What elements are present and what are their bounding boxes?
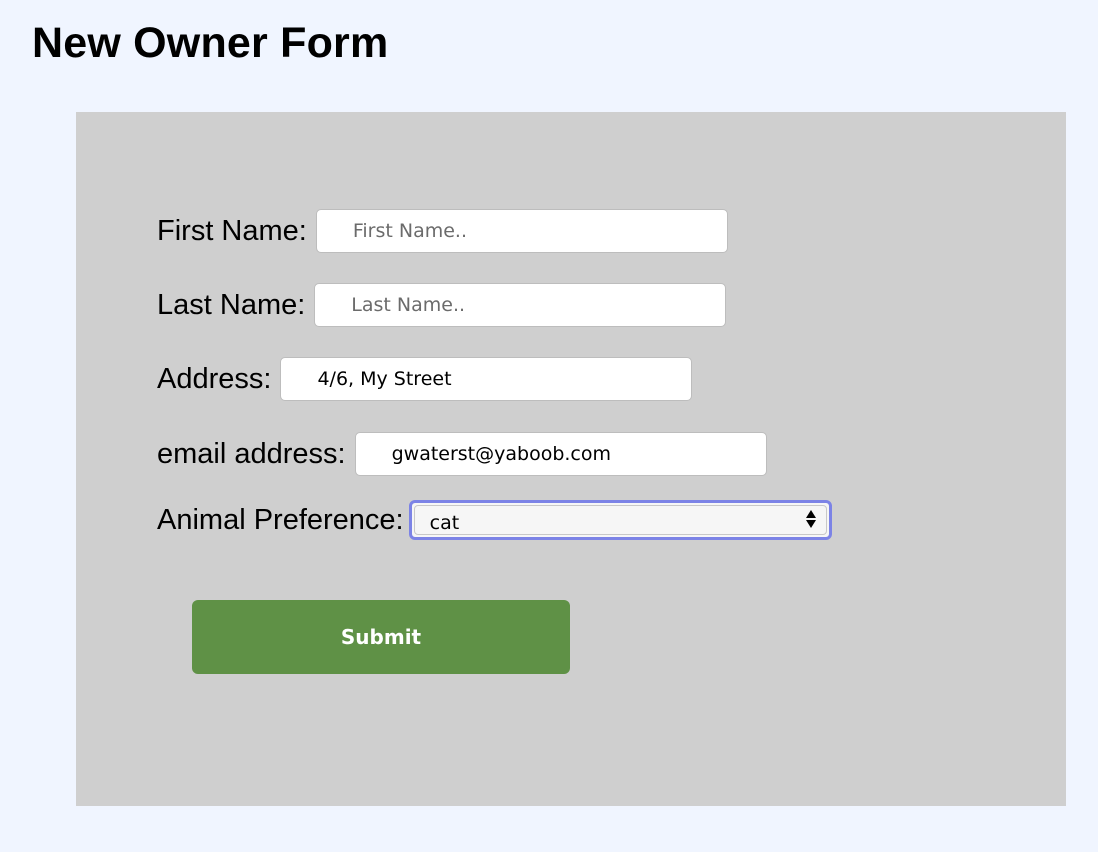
owner-form: First Name: Last Name: Address: email ad… bbox=[76, 112, 1066, 806]
page-title: New Owner Form bbox=[32, 19, 389, 67]
animal-preference-select[interactable]: cat bbox=[408, 500, 832, 540]
animal-preference-value: cat bbox=[429, 512, 460, 534]
first-name-label: First Name: bbox=[157, 214, 307, 247]
email-input[interactable] bbox=[354, 432, 767, 476]
email-row: email address: bbox=[157, 432, 767, 476]
arrow-up-icon bbox=[805, 510, 816, 518]
address-label: Address: bbox=[157, 362, 272, 395]
animal-preference-label: Animal Preference: bbox=[157, 503, 404, 536]
last-name-input[interactable] bbox=[314, 283, 727, 327]
animal-preference-row: Animal Preference: cat bbox=[157, 500, 832, 540]
page: New Owner Form First Name: Last Name: Ad… bbox=[0, 0, 1098, 852]
submit-button[interactable]: Submit bbox=[192, 600, 570, 674]
select-box: cat bbox=[413, 505, 827, 535]
email-label: email address: bbox=[157, 437, 346, 470]
last-name-row: Last Name: bbox=[157, 283, 727, 327]
last-name-label: Last Name: bbox=[157, 288, 306, 321]
address-row: Address: bbox=[157, 357, 693, 401]
up-down-arrows-icon bbox=[805, 510, 816, 528]
arrow-down-icon bbox=[805, 520, 816, 528]
first-name-input[interactable] bbox=[315, 209, 728, 253]
address-input[interactable] bbox=[280, 357, 693, 401]
first-name-row: First Name: bbox=[157, 209, 728, 253]
